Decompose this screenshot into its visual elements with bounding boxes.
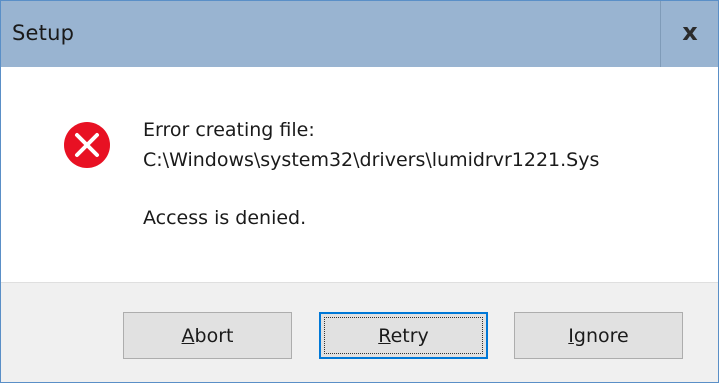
setup-dialog: Setup x Error creating file: C:\Windows\… [0,0,719,383]
abort-button-label: Abort [182,325,234,347]
close-button[interactable]: x [660,1,718,67]
retry-button[interactable]: Retry [319,312,488,359]
retry-label-rest: etry [390,324,429,347]
retry-accelerator: R [378,324,391,347]
close-icon: x [682,18,698,46]
abort-button[interactable]: Abort [123,312,292,359]
button-bar: Abort Retry Ignore [1,282,718,382]
retry-button-label: Retry [378,325,429,347]
ignore-button[interactable]: Ignore [514,312,683,359]
error-message-title: Error creating file: [143,119,315,141]
message-area: Error creating file: C:\Windows\system32… [1,67,718,282]
error-reason: Access is denied. [143,207,307,229]
ignore-button-label: Ignore [568,325,628,347]
error-file-path: C:\Windows\system32\drivers\lumidrvr1221… [143,149,600,171]
error-icon [64,122,110,168]
title-bar[interactable]: Setup x [1,1,718,67]
abort-label-rest: bort [194,324,234,347]
window-title: Setup [12,21,75,45]
ignore-label-rest: gnore [573,324,629,347]
abort-accelerator: A [181,324,195,347]
